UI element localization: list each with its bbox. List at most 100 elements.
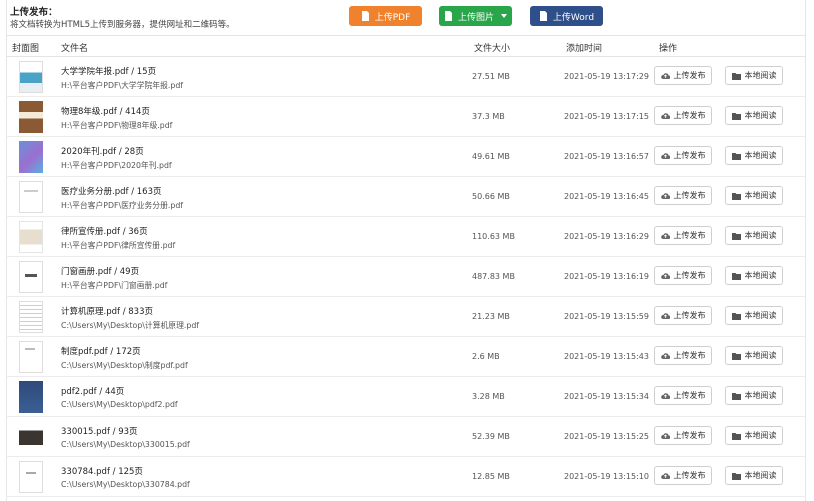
added-time: 2021-05-19 13:15:25 [564,432,649,441]
column-time: 添加时间 [566,44,603,54]
table-row: 计算机原理.pdf / 833页 C:\Users\My\Desktop\计算机原… [6,297,806,337]
added-time: 2021-05-19 13:16:45 [564,192,649,201]
file-name: pdf2.pdf / 44页 [61,387,125,397]
upload-word-button[interactable]: 上传Word [530,6,603,26]
file-name: 大学学院年报.pdf / 15页 [61,67,157,77]
upload-publish-button[interactable]: 上传发布 [654,306,712,325]
file-size: 27.51 MB [472,72,510,81]
cover-thumbnail[interactable] [19,181,43,213]
file-name: 物理8年级.pdf / 414页 [61,107,150,117]
chevron-down-icon[interactable] [501,14,507,18]
folder-icon [731,432,741,440]
table-row: 330015.pdf / 93页 C:\Users\My\Desktop\3300… [6,417,806,457]
cover-thumbnail[interactable] [19,301,43,333]
local-read-button[interactable]: 本地阅读 [725,106,783,125]
table-row: 330784.pdf / 125页 C:\Users\My\Desktop\330… [6,457,806,497]
upload-publish-label: 上传发布 [673,231,706,240]
upload-pdf-button[interactable]: 上传PDF [349,6,422,26]
added-time: 2021-05-19 13:15:59 [564,312,649,321]
file-path: C:\Users\My\Desktop\330015.pdf [61,440,190,449]
added-time: 2021-05-19 13:16:57 [564,152,649,161]
upload-publish-button[interactable]: 上传发布 [654,66,712,85]
cover-thumbnail[interactable] [19,341,43,373]
folder-icon [731,152,741,160]
file-name: 律所宣传册.pdf / 36页 [61,227,148,237]
file-size: 37.3 MB [472,112,505,121]
upload-publish-button[interactable]: 上传发布 [654,346,712,365]
file-size: 21.23 MB [472,312,510,321]
upload-publish-label: 上传发布 [673,431,706,440]
cover-thumbnail[interactable] [19,381,43,413]
file-size: 52.39 MB [472,432,510,441]
local-read-label: 本地阅读 [744,271,777,280]
added-time: 2021-05-19 13:15:34 [564,392,649,401]
file-name: 门窗画册.pdf / 49页 [61,267,140,277]
local-read-button[interactable]: 本地阅读 [725,466,783,485]
file-size: 12.85 MB [472,472,510,481]
cover-thumbnail[interactable] [19,421,43,453]
cloud-upload-icon [660,432,670,439]
cloud-upload-icon [660,392,670,399]
upload-word-label: 上传Word [552,12,595,23]
local-read-button[interactable]: 本地阅读 [725,226,783,245]
file-path: H:\平台客户PDF\大学学院年报.pdf [61,81,184,90]
cloud-upload-icon [660,72,670,79]
upload-publish-button[interactable]: 上传发布 [654,186,712,205]
table-row: 制度pdf.pdf / 172页 C:\Users\My\Desktop\制度pd… [6,337,806,377]
cover-thumbnail[interactable] [19,141,43,173]
file-size: 110.63 MB [472,232,515,241]
upload-publish-button[interactable]: 上传发布 [654,386,712,405]
local-read-button[interactable]: 本地阅读 [725,66,783,85]
file-path: H:\平台客户PDF\门窗画册.pdf [61,281,168,290]
cloud-upload-icon [660,272,670,279]
cloud-upload-icon [660,472,670,479]
upload-publish-button[interactable]: 上传发布 [654,426,712,445]
file-size: 2.6 MB [472,352,500,361]
local-read-button[interactable]: 本地阅读 [725,346,783,365]
upload-publish-button[interactable]: 上传发布 [654,466,712,485]
upload-publish-label: 上传发布 [673,111,706,120]
file-path: H:\平台客户PDF\物理8年级.pdf [61,121,173,130]
local-read-button[interactable]: 本地阅读 [725,146,783,165]
upload-image-button[interactable]: 上传图片 [439,6,512,26]
local-read-button[interactable]: 本地阅读 [725,306,783,325]
local-read-button[interactable]: 本地阅读 [725,426,783,445]
upload-document-icon [444,11,452,21]
added-time: 2021-05-19 13:16:29 [564,232,649,241]
cover-thumbnail[interactable] [19,61,43,93]
cloud-upload-icon [660,112,670,119]
upload-publish-label: 上传发布 [673,191,706,200]
cloud-upload-icon [660,312,670,319]
added-time: 2021-05-19 13:15:10 [564,472,649,481]
local-read-button[interactable]: 本地阅读 [725,266,783,285]
cloud-upload-icon [660,352,670,359]
table-row: pdf2.pdf / 44页 C:\Users\My\Desktop\pdf2.p… [6,377,806,417]
local-read-label: 本地阅读 [744,151,777,160]
table-row: 医疗业务分册.pdf / 163页 H:\平台客户PDF\医疗业务分册.pdf 50… [6,177,806,217]
column-cover: 封面图 [12,44,40,54]
upload-publish-label: 上传发布 [673,151,706,160]
file-path: H:\平台客户PDF\医疗业务分册.pdf [61,201,184,210]
file-size: 3.28 MB [472,392,505,401]
cover-thumbnail[interactable] [19,261,43,293]
upload-publish-label: 上传发布 [673,271,706,280]
table-row: 物理8年级.pdf / 414页 H:\平台客户PDF\物理8年级.pdf 37.3… [6,97,806,137]
upload-publish-button[interactable]: 上传发布 [654,146,712,165]
folder-icon [731,232,741,240]
local-read-button[interactable]: 本地阅读 [725,186,783,205]
upload-publish-button[interactable]: 上传发布 [654,266,712,285]
upload-publish-button[interactable]: 上传发布 [654,226,712,245]
folder-icon [731,192,741,200]
upload-publish-button[interactable]: 上传发布 [654,106,712,125]
cloud-upload-icon [660,152,670,159]
column-actions: 操作 [659,44,678,54]
cover-thumbnail[interactable] [19,101,43,133]
cover-thumbnail[interactable] [19,221,43,253]
upload-publish-label: 上传发布 [673,311,706,320]
file-name: 330015.pdf / 93页 [61,427,138,437]
upload-document-icon [361,11,369,21]
cover-thumbnail[interactable] [19,461,43,493]
local-read-label: 本地阅读 [744,471,777,480]
folder-icon [731,272,741,280]
local-read-button[interactable]: 本地阅读 [725,386,783,405]
